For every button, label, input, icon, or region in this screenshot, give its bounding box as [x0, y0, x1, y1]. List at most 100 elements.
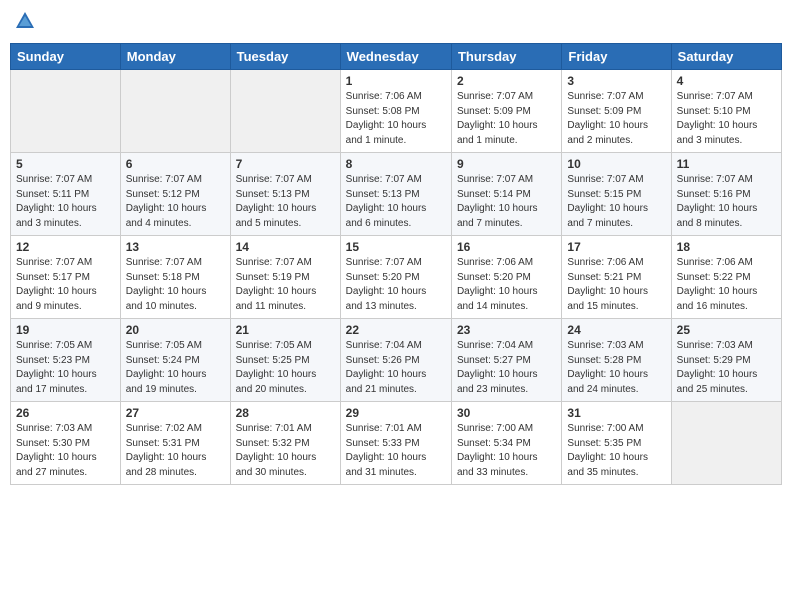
day-info: Sunrise: 7:07 AMSunset: 5:11 PMDaylight:… — [16, 173, 115, 231]
day-cell: 8 Sunrise: 7:07 AMSunset: 5:13 PMDaylight… — [340, 153, 451, 236]
day-number: 25 — [677, 323, 776, 337]
day-cell: 9 Sunrise: 7:07 AMSunset: 5:14 PMDaylight… — [451, 153, 561, 236]
day-cell: 6Sunrise: 7:07 AMSunset: 5:12 PMDaylight… — [120, 153, 230, 236]
day-number: 22 — [346, 323, 446, 337]
day-cell: 21 Sunrise: 7:05 AMSunset: 5:25 PMDayligh… — [230, 319, 340, 402]
week-row-1: 1 Sunrise: 7:06 AMSunset: 5:08 PMDaylight… — [11, 70, 782, 153]
day-cell: 22Sunrise: 7:04 AMSunset: 5:26 PMDayligh… — [340, 319, 451, 402]
day-cell — [120, 70, 230, 153]
day-info: Sunrise: 7:03 AMSunset: 5:28 PMDaylight:… — [567, 339, 665, 397]
day-number: 7 — [236, 157, 335, 171]
day-number: 9 — [457, 157, 556, 171]
day-cell: 27 Sunrise: 7:02 AMSunset: 5:31 PMDayligh… — [120, 402, 230, 485]
day-cell — [230, 70, 340, 153]
day-number: 10 — [567, 157, 665, 171]
day-number: 11 — [677, 157, 776, 171]
day-number: 16 — [457, 240, 556, 254]
day-cell: 30 Sunrise: 7:00 AMSunset: 5:34 PMDayligh… — [451, 402, 561, 485]
day-cell: 11 Sunrise: 7:07 AMSunset: 5:16 PMDayligh… — [671, 153, 781, 236]
day-cell: 1 Sunrise: 7:06 AMSunset: 5:08 PMDaylight… — [340, 70, 451, 153]
day-number: 29 — [346, 406, 446, 420]
day-number: 3 — [567, 74, 665, 88]
day-number: 1 — [346, 74, 446, 88]
day-cell: 12Sunrise: 7:07 AMSunset: 5:17 PMDayligh… — [11, 236, 121, 319]
day-info: Sunrise: 7:02 AMSunset: 5:31 PMDaylight:… — [126, 422, 225, 480]
day-info: Sunrise: 7:07 AMSunset: 5:20 PMDaylight:… — [346, 256, 446, 314]
day-info: Sunrise: 7:01 AMSunset: 5:33 PMDaylight:… — [346, 422, 446, 480]
day-info: Sunrise: 7:06 AMSunset: 5:20 PMDaylight:… — [457, 256, 556, 314]
day-number: 13 — [126, 240, 225, 254]
day-info: Sunrise: 7:03 AMSunset: 5:29 PMDaylight:… — [677, 339, 776, 397]
day-cell: 25 Sunrise: 7:03 AMSunset: 5:29 PMDayligh… — [671, 319, 781, 402]
day-info: Sunrise: 7:03 AMSunset: 5:30 PMDaylight:… — [16, 422, 115, 480]
day-info: Sunrise: 7:07 AMSunset: 5:14 PMDaylight:… — [457, 173, 556, 231]
day-info: Sunrise: 7:00 AMSunset: 5:35 PMDaylight:… — [567, 422, 665, 480]
week-row-3: 12Sunrise: 7:07 AMSunset: 5:17 PMDayligh… — [11, 236, 782, 319]
day-cell: 10Sunrise: 7:07 AMSunset: 5:15 PMDayligh… — [562, 153, 671, 236]
day-info: Sunrise: 7:07 AMSunset: 5:10 PMDaylight:… — [677, 90, 776, 148]
day-info: Sunrise: 7:00 AMSunset: 5:34 PMDaylight:… — [457, 422, 556, 480]
day-number: 23 — [457, 323, 556, 337]
calendar-table: SundayMondayTuesdayWednesdayThursdayFrid… — [10, 43, 782, 485]
day-number: 21 — [236, 323, 335, 337]
column-header-monday: Monday — [120, 44, 230, 70]
page-header — [10, 10, 782, 37]
day-cell: 14Sunrise: 7:07 AMSunset: 5:19 PMDayligh… — [230, 236, 340, 319]
day-cell: 19 Sunrise: 7:05 AMSunset: 5:23 PMDayligh… — [11, 319, 121, 402]
day-cell: 5 Sunrise: 7:07 AMSunset: 5:11 PMDaylight… — [11, 153, 121, 236]
day-info: Sunrise: 7:06 AMSunset: 5:22 PMDaylight:… — [677, 256, 776, 314]
day-info: Sunrise: 7:07 AMSunset: 5:13 PMDaylight:… — [236, 173, 335, 231]
day-cell: 31 Sunrise: 7:00 AMSunset: 5:35 PMDayligh… — [562, 402, 671, 485]
day-info: Sunrise: 7:07 AMSunset: 5:13 PMDaylight:… — [346, 173, 446, 231]
day-info: Sunrise: 7:01 AMSunset: 5:32 PMDaylight:… — [236, 422, 335, 480]
logo — [14, 10, 40, 37]
column-header-friday: Friday — [562, 44, 671, 70]
day-cell: 24 Sunrise: 7:03 AMSunset: 5:28 PMDayligh… — [562, 319, 671, 402]
day-cell: 13 Sunrise: 7:07 AMSunset: 5:18 PMDayligh… — [120, 236, 230, 319]
day-info: Sunrise: 7:06 AMSunset: 5:08 PMDaylight:… — [346, 90, 446, 148]
day-number: 14 — [236, 240, 335, 254]
day-cell — [11, 70, 121, 153]
day-number: 20 — [126, 323, 225, 337]
day-number: 24 — [567, 323, 665, 337]
day-cell: 23Sunrise: 7:04 AMSunset: 5:27 PMDayligh… — [451, 319, 561, 402]
day-cell: 26 Sunrise: 7:03 AMSunset: 5:30 PMDayligh… — [11, 402, 121, 485]
day-info: Sunrise: 7:07 AMSunset: 5:12 PMDaylight:… — [126, 173, 225, 231]
day-cell: 29 Sunrise: 7:01 AMSunset: 5:33 PMDayligh… — [340, 402, 451, 485]
day-cell: 18 Sunrise: 7:06 AMSunset: 5:22 PMDayligh… — [671, 236, 781, 319]
column-header-wednesday: Wednesday — [340, 44, 451, 70]
day-number: 19 — [16, 323, 115, 337]
day-info: Sunrise: 7:07 AMSunset: 5:17 PMDaylight:… — [16, 256, 115, 314]
day-cell: 7 Sunrise: 7:07 AMSunset: 5:13 PMDaylight… — [230, 153, 340, 236]
day-info: Sunrise: 7:07 AMSunset: 5:09 PMDaylight:… — [567, 90, 665, 148]
day-info: Sunrise: 7:07 AMSunset: 5:18 PMDaylight:… — [126, 256, 225, 314]
day-info: Sunrise: 7:07 AMSunset: 5:09 PMDaylight:… — [457, 90, 556, 148]
day-cell: 17Sunrise: 7:06 AMSunset: 5:21 PMDayligh… — [562, 236, 671, 319]
day-cell: 3 Sunrise: 7:07 AMSunset: 5:09 PMDaylight… — [562, 70, 671, 153]
week-row-2: 5 Sunrise: 7:07 AMSunset: 5:11 PMDaylight… — [11, 153, 782, 236]
day-number: 18 — [677, 240, 776, 254]
day-cell — [671, 402, 781, 485]
logo-icon — [14, 10, 36, 37]
day-number: 30 — [457, 406, 556, 420]
column-header-sunday: Sunday — [11, 44, 121, 70]
day-number: 28 — [236, 406, 335, 420]
day-info: Sunrise: 7:05 AMSunset: 5:25 PMDaylight:… — [236, 339, 335, 397]
day-number: 8 — [346, 157, 446, 171]
day-cell: 2 Sunrise: 7:07 AMSunset: 5:09 PMDaylight… — [451, 70, 561, 153]
column-header-saturday: Saturday — [671, 44, 781, 70]
day-cell: 15 Sunrise: 7:07 AMSunset: 5:20 PMDayligh… — [340, 236, 451, 319]
day-number: 26 — [16, 406, 115, 420]
day-number: 4 — [677, 74, 776, 88]
day-number: 2 — [457, 74, 556, 88]
day-number: 27 — [126, 406, 225, 420]
column-header-tuesday: Tuesday — [230, 44, 340, 70]
day-number: 5 — [16, 157, 115, 171]
day-cell: 28 Sunrise: 7:01 AMSunset: 5:32 PMDayligh… — [230, 402, 340, 485]
day-number: 15 — [346, 240, 446, 254]
header-row: SundayMondayTuesdayWednesdayThursdayFrid… — [11, 44, 782, 70]
day-info: Sunrise: 7:07 AMSunset: 5:16 PMDaylight:… — [677, 173, 776, 231]
day-number: 31 — [567, 406, 665, 420]
column-header-thursday: Thursday — [451, 44, 561, 70]
day-info: Sunrise: 7:05 AMSunset: 5:23 PMDaylight:… — [16, 339, 115, 397]
